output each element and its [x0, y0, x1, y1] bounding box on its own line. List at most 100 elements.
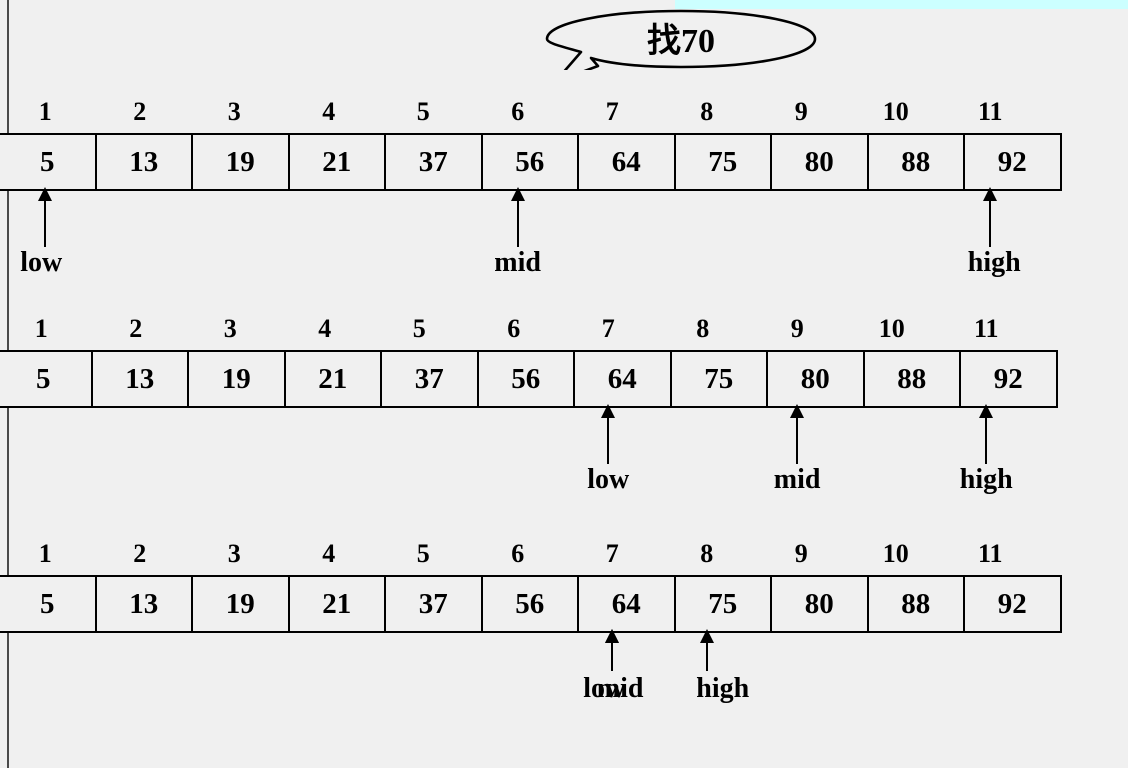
index-label-2: 2: [129, 314, 143, 343]
array-cell-7: 64: [577, 133, 676, 191]
arrow-head-icon: [790, 404, 805, 418]
pointer-label-high-step-1: high: [967, 247, 1021, 278]
table-row: 5 13 19 21 37 56 64 75 80 88 92: [0, 575, 1062, 633]
pointer-arrow-mid-step-3: [603, 629, 621, 671]
index-label-10: 10: [882, 539, 909, 568]
array-cell-9: 80: [770, 575, 869, 633]
callout-balloon: 找70: [543, 8, 819, 70]
pointer-label-high-step-3: high: [696, 673, 750, 704]
array-cell-3: 19: [191, 133, 290, 191]
pointer-label-mid-step-2: mid: [773, 464, 821, 495]
index-label-7: 7: [605, 539, 619, 568]
array-cell-2: 13: [94, 133, 193, 191]
index-label-4: 4: [322, 539, 336, 568]
pointer-label-low-step-1: low: [20, 247, 63, 278]
array-cell-10: 88: [866, 575, 965, 633]
index-label-6: 6: [507, 314, 521, 343]
pointer-arrow-mid-step-2: [788, 404, 806, 464]
index-label-8: 8: [700, 539, 714, 568]
arrow-shaft: [611, 643, 614, 671]
index-label-10: 10: [882, 97, 909, 126]
array-table-1: 5 13 19 21 37 56 64 75 80 88 92: [0, 133, 1062, 191]
array-cell-8: 75: [669, 350, 768, 408]
array-cell-4: 21: [287, 575, 386, 633]
array-cell-9: 80: [766, 350, 865, 408]
arrow-shaft: [796, 418, 799, 464]
index-label-5: 5: [412, 314, 426, 343]
table-row: 5 13 19 21 37 56 64 75 80 88 92: [0, 350, 1058, 408]
slide-canvas: 找70 1 2 3 4 5 6 7 8 9 10 11 5 13 19 21 37 56 64 75 80 88 92 …: [0, 0, 1128, 768]
array-cell-7: 64: [573, 350, 672, 408]
callout-text: 找70: [647, 22, 715, 60]
index-label-5: 5: [416, 97, 430, 126]
array-cell-10: 88: [862, 350, 961, 408]
pointer-arrow-mid-step-1: [509, 187, 527, 247]
pointer-arrow-low-step-2: [599, 404, 617, 464]
index-label-1: 1: [34, 314, 48, 343]
arrow-shaft: [705, 643, 708, 671]
array-cell-2: 13: [94, 575, 193, 633]
array-cell-1: 5: [0, 575, 97, 633]
index-label-1: 1: [38, 97, 52, 126]
array-table-3: 5 13 19 21 37 56 64 75 80 88 92: [0, 575, 1062, 633]
index-label-5: 5: [416, 539, 430, 568]
index-label-11: 11: [973, 314, 999, 343]
arrow-head-icon: [983, 187, 998, 201]
array-cell-3: 19: [191, 575, 290, 633]
array-cell-8: 75: [673, 575, 772, 633]
index-label-2: 2: [133, 97, 147, 126]
array-cell-9: 80: [770, 133, 869, 191]
index-label-9: 9: [790, 314, 804, 343]
array-cell-8: 75: [673, 133, 772, 191]
index-label-10: 10: [878, 314, 905, 343]
array-cell-1: 5: [0, 350, 93, 408]
index-label-3: 3: [223, 314, 237, 343]
pointer-arrow-low-step-1: [36, 187, 54, 247]
pointer-label-mid-step-3: mid: [596, 673, 644, 704]
pointer-label-mid-step-1: mid: [494, 247, 541, 278]
index-label-7: 7: [601, 314, 615, 343]
index-label-3: 3: [227, 539, 241, 568]
index-label-9: 9: [794, 97, 808, 126]
index-label-6: 6: [511, 97, 525, 126]
index-label-4: 4: [322, 97, 336, 126]
array-cell-5: 37: [384, 575, 483, 633]
arrow-head-icon: [38, 187, 53, 201]
pointer-label-low-step-2: low: [587, 464, 630, 495]
array-cell-5: 37: [380, 350, 479, 408]
pointer-arrow-high-step-2: [977, 404, 995, 464]
array-cell-11: 92: [963, 575, 1062, 633]
array-cell-4: 21: [283, 350, 382, 408]
index-label-9: 9: [794, 539, 808, 568]
arrow-head-icon: [979, 404, 994, 418]
arrow-head-icon: [605, 629, 620, 643]
pointer-arrow-high-step-1: [981, 187, 999, 247]
array-table-2: 5 13 19 21 37 56 64 75 80 88 92: [0, 350, 1058, 408]
index-label-3: 3: [227, 97, 241, 126]
array-cell-10: 88: [866, 133, 965, 191]
index-label-6: 6: [511, 539, 525, 568]
arrow-shaft: [607, 418, 610, 464]
arrow-shaft: [985, 418, 988, 464]
array-cell-3: 19: [187, 350, 286, 408]
arrow-shaft: [516, 201, 519, 247]
array-cell-6: 56: [480, 575, 579, 633]
array-cell-5: 37: [384, 133, 483, 191]
index-label-2: 2: [133, 539, 147, 568]
array-cell-7: 64: [577, 575, 676, 633]
table-row: 5 13 19 21 37 56 64 75 80 88 92: [0, 133, 1062, 191]
array-cell-11: 92: [963, 133, 1062, 191]
index-label-4: 4: [318, 314, 332, 343]
index-label-8: 8: [696, 314, 710, 343]
index-label-11: 11: [977, 97, 1003, 126]
arrow-head-icon: [510, 187, 525, 201]
array-cell-6: 56: [476, 350, 575, 408]
array-cell-1: 5: [0, 133, 97, 191]
array-cell-11: 92: [959, 350, 1058, 408]
pointer-label-high-step-2: high: [959, 464, 1013, 495]
arrow-head-icon: [601, 404, 616, 418]
array-cell-2: 13: [90, 350, 189, 408]
array-cell-6: 56: [480, 133, 579, 191]
arrow-shaft: [989, 201, 992, 247]
array-cell-4: 21: [287, 133, 386, 191]
